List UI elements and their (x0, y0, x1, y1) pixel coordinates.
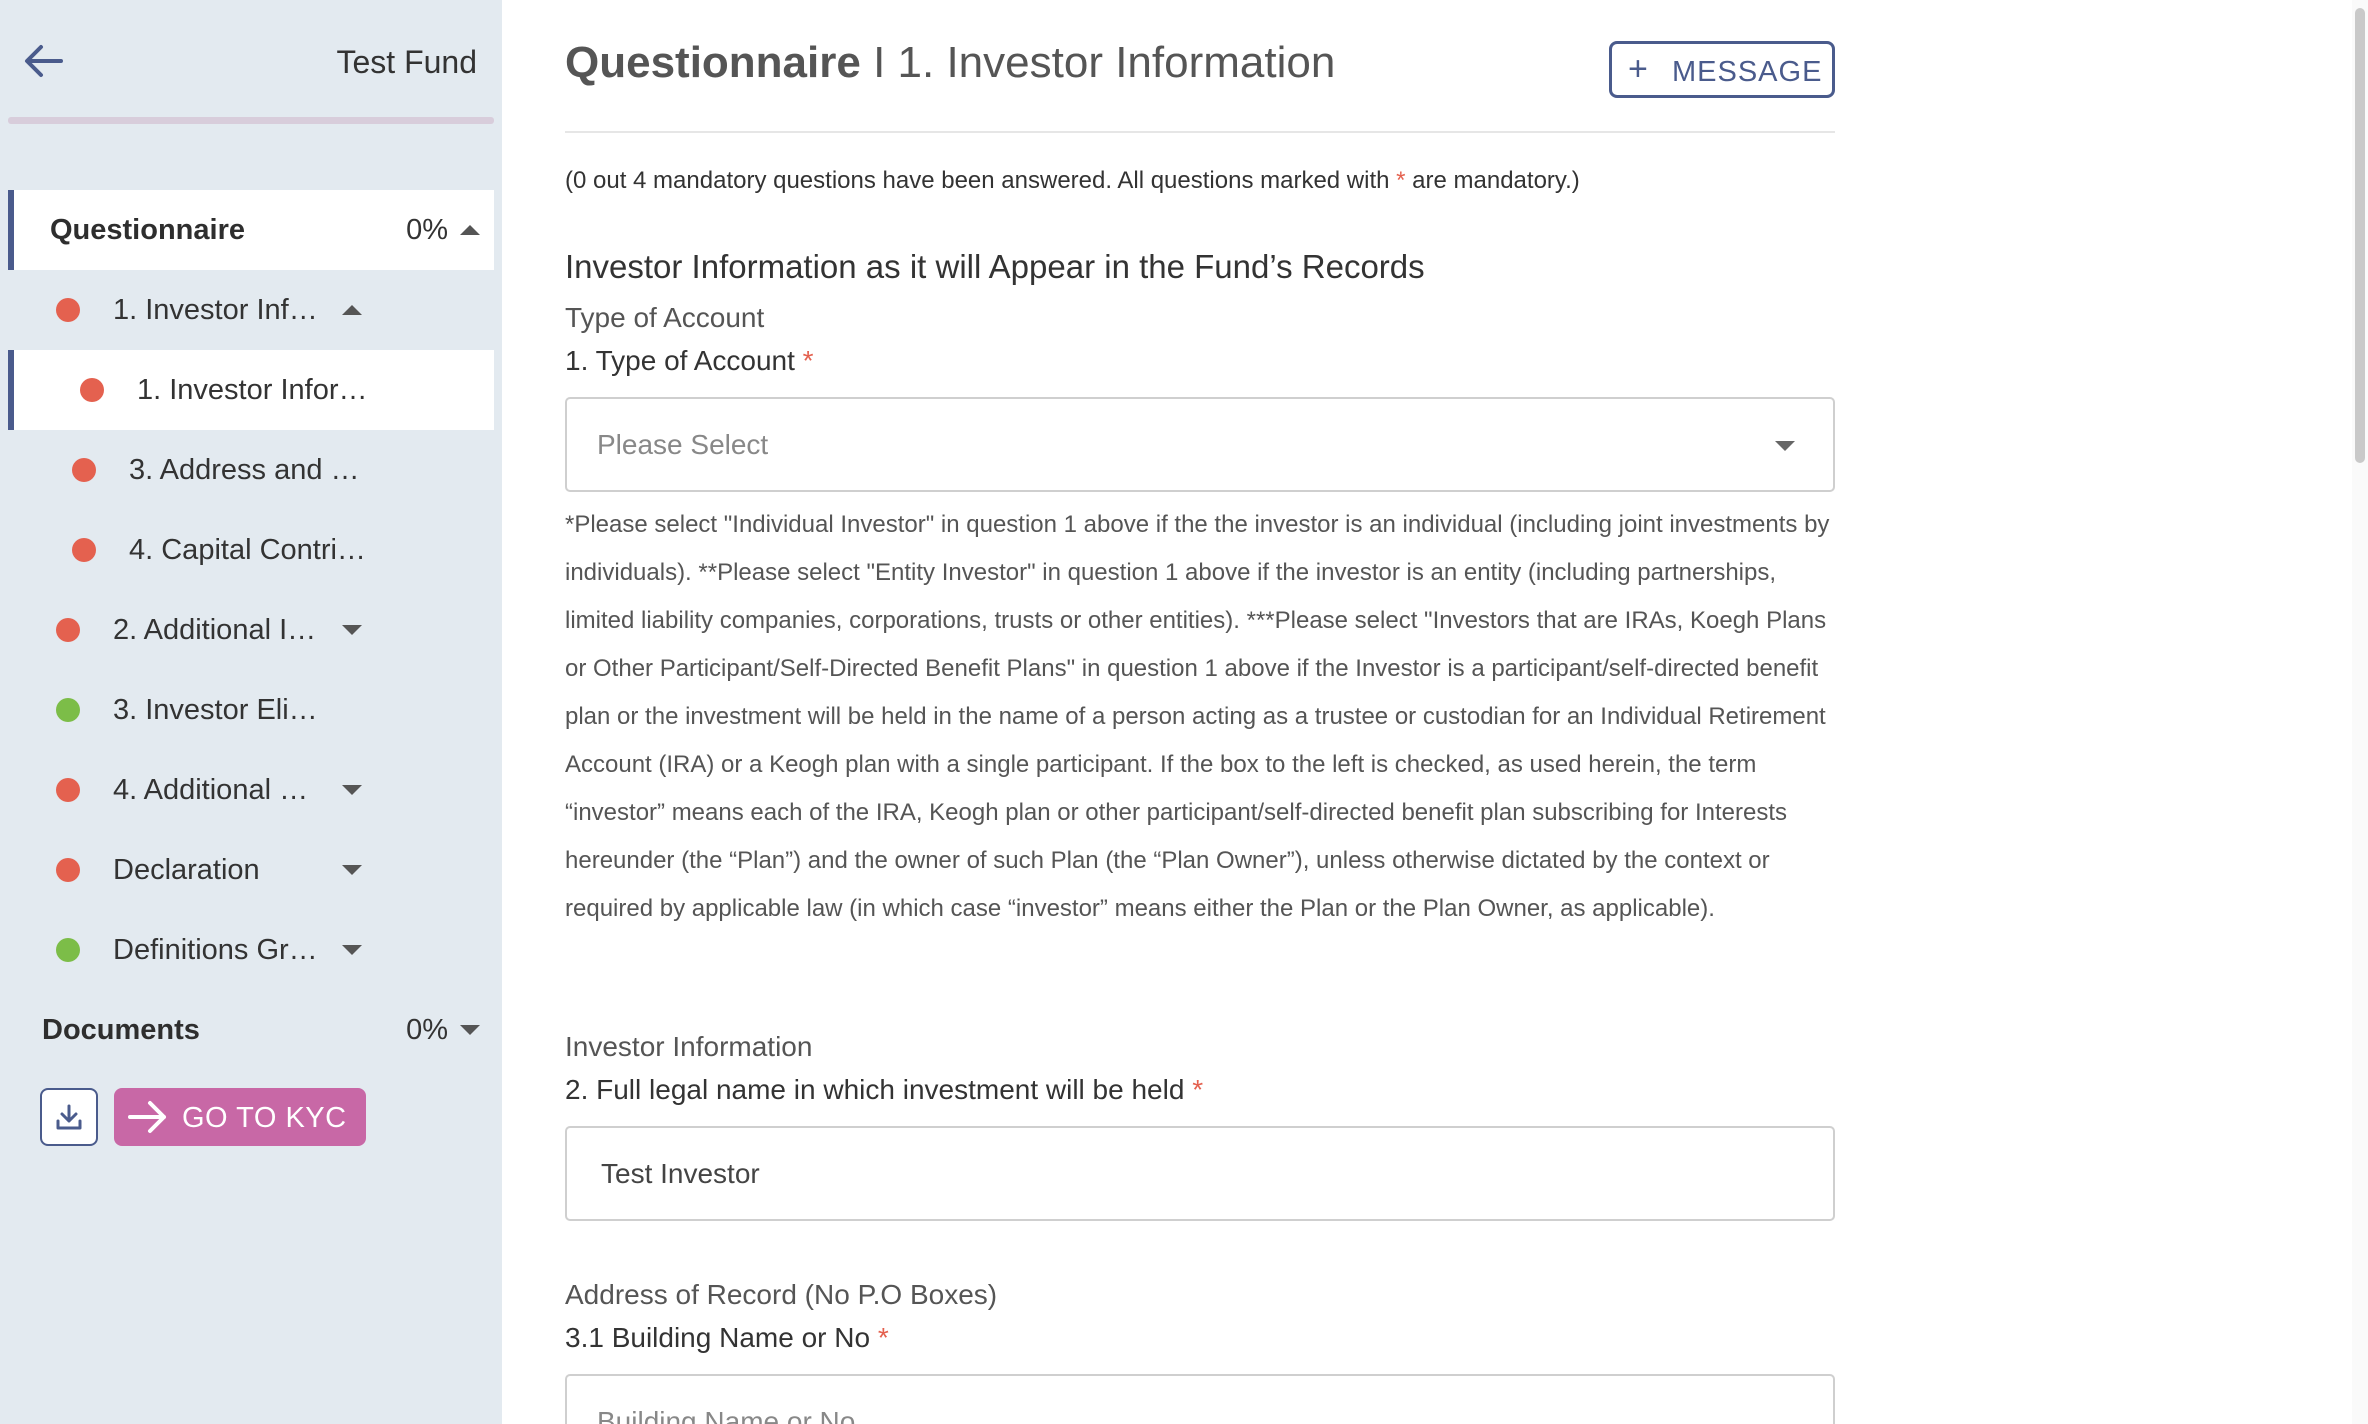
section-heading: Investor Information as it will Appear i… (565, 248, 1425, 285)
message-button[interactable]: + MESSAGE (1609, 41, 1835, 98)
plus-icon: + (1628, 50, 1648, 88)
question-label: 3.1 Building Name or No * (565, 1322, 889, 1354)
chevron-down-icon[interactable] (342, 785, 362, 795)
message-label: MESSAGE (1672, 56, 1823, 88)
scrollbar-thumb[interactable] (2355, 8, 2365, 463)
group-heading: Investor Information (565, 1031, 813, 1062)
download-button[interactable] (40, 1088, 98, 1146)
group-heading: Address of Record (No P.O Boxes) (565, 1279, 998, 1310)
chevron-down-icon[interactable] (342, 625, 362, 635)
back-arrow-icon[interactable] (22, 40, 64, 82)
question-text: 2. Full legal name in which investment w… (565, 1074, 1185, 1105)
group-heading: Type of Account (565, 302, 765, 333)
status-text: (0 out 4 mandatory questions have been a… (565, 167, 1397, 194)
question-text: 3.1 Building Name or No (565, 1322, 871, 1353)
status-dot (56, 618, 80, 642)
sidebar-section-documents[interactable]: Documents 0% (8, 990, 494, 1070)
download-icon (56, 1104, 82, 1130)
status-dot (72, 458, 96, 482)
required-asterisk: * (877, 1322, 889, 1353)
required-asterisk: * (1396, 167, 1406, 194)
status-dot (72, 538, 96, 562)
section-progress: 0% (406, 213, 448, 246)
status-dot (56, 858, 80, 882)
sidebar-item-label: 2. Additional I… (113, 613, 317, 646)
required-asterisk: * (1192, 1074, 1204, 1105)
help-text: *Please select "Individual Investor" in … (565, 511, 1830, 922)
sidebar-item-label: 1. Investor Infor… (137, 373, 368, 406)
sidebar-item-label: 4. Additional … (113, 773, 309, 806)
chevron-down-icon[interactable] (460, 1025, 480, 1035)
sidebar-item-definitions[interactable]: Definitions Gr… (8, 910, 494, 990)
input-placeholder: Building Name or No (597, 1406, 856, 1424)
question-text: 1. Type of Account (565, 345, 795, 376)
section-label: Questionnaire (50, 213, 245, 246)
page-title-main: Questionnaire (565, 38, 861, 87)
chevron-down-icon[interactable] (342, 865, 362, 875)
sidebar: Test Fund Questionnaire 0% 1. Investor I… (0, 0, 502, 1424)
sidebar-subitem-capital[interactable]: 4. Capital Contri… (8, 510, 494, 590)
sidebar-subitem-address[interactable]: 3. Address and … (8, 430, 494, 510)
sidebar-item-additional-info[interactable]: 2. Additional I… (8, 590, 494, 670)
section-label: Documents (42, 1013, 200, 1046)
page-title-section: 1. Investor Information (897, 38, 1336, 87)
status-dot (56, 938, 80, 962)
question-label: 1. Type of Account * (565, 345, 814, 377)
status-dot (80, 378, 104, 402)
account-type-select[interactable]: Please Select (565, 397, 1835, 492)
sidebar-item-declaration[interactable]: Declaration (8, 830, 494, 910)
sidebar-item-investor-info[interactable]: 1. Investor Inf… (8, 270, 494, 350)
select-placeholder: Please Select (597, 429, 769, 460)
sidebar-item-additional-2[interactable]: 4. Additional … (8, 750, 494, 830)
kyc-label: GO TO KYC (182, 1102, 347, 1134)
status-dot (56, 698, 80, 722)
chevron-up-icon[interactable] (342, 305, 362, 315)
chevron-down-icon[interactable] (342, 945, 362, 955)
sidebar-subitem-investor-info[interactable]: 1. Investor Infor… (8, 350, 494, 430)
sidebar-section-questionnaire[interactable]: Questionnaire 0% (8, 190, 494, 270)
section-progress: 0% (406, 1013, 448, 1046)
building-name-input[interactable]: Building Name or No (565, 1374, 1835, 1424)
sidebar-divider (8, 117, 494, 124)
chevron-up-icon[interactable] (460, 225, 480, 235)
chevron-down-icon (1775, 441, 1795, 451)
main-content: Questionnaire I 1. Investor Information … (502, 0, 2368, 1424)
sidebar-item-label: 3. Address and … (129, 453, 360, 486)
status-dot (56, 778, 80, 802)
sidebar-item-label: Declaration (113, 853, 260, 886)
go-to-kyc-button[interactable]: GO TO KYC (114, 1088, 366, 1146)
page-title-separator: I (860, 38, 898, 87)
sidebar-item-label: 1. Investor Inf… (113, 293, 318, 326)
required-asterisk: * (802, 345, 814, 376)
sidebar-header: Test Fund (0, 0, 502, 126)
legal-name-input[interactable]: Test Investor (565, 1126, 1835, 1221)
status-dot (56, 298, 80, 322)
arrow-right-icon (128, 1101, 166, 1133)
sidebar-item-label: 3. Investor Eli… (113, 693, 318, 726)
sidebar-item-investor-eligibility[interactable]: 3. Investor Eli… (8, 670, 494, 750)
title-divider (565, 131, 1835, 133)
sidebar-item-label: Definitions Gr… (113, 933, 318, 966)
sidebar-item-label: 4. Capital Contri… (129, 533, 366, 566)
input-value: Test Investor (601, 1158, 760, 1189)
question-label: 2. Full legal name in which investment w… (565, 1074, 1203, 1106)
mandatory-status: (0 out 4 mandatory questions have been a… (565, 167, 1580, 195)
page-title: Questionnaire I 1. Investor Information (565, 38, 1335, 88)
fund-name: Test Fund (336, 44, 477, 80)
status-text: are mandatory.) (1405, 167, 1580, 194)
